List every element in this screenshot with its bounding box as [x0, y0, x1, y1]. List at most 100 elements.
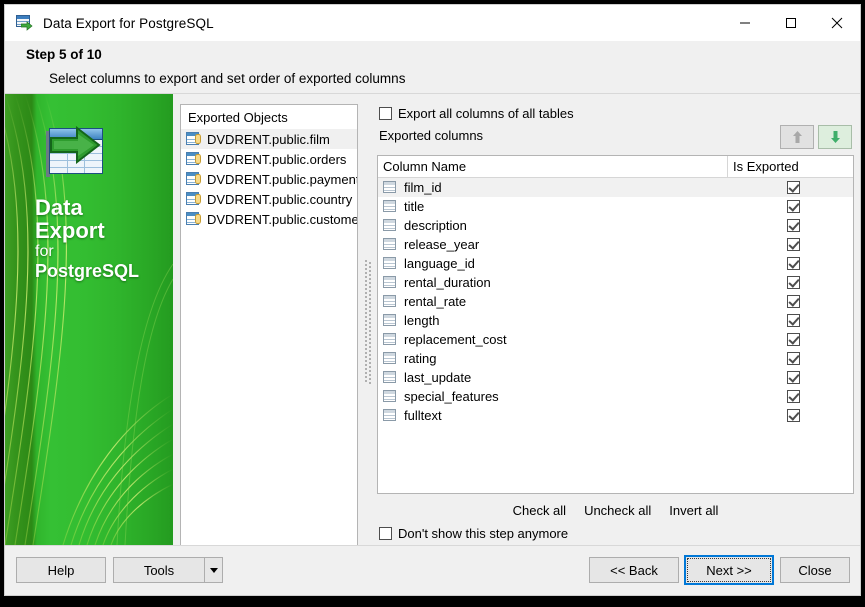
- column-icon: [383, 257, 398, 270]
- bulk-actions: Check all Uncheck all Invert all: [377, 503, 854, 518]
- column-name-cell: release_year: [404, 237, 480, 252]
- column-name-cell: special_features: [404, 389, 499, 404]
- table-row[interactable]: release_year: [378, 235, 853, 254]
- list-item[interactable]: DVDRENT.public.payment: [181, 169, 357, 189]
- move-down-button[interactable]: [818, 125, 852, 149]
- logo-line-3: for: [35, 243, 54, 260]
- is-exported-cell[interactable]: [732, 276, 853, 289]
- table-row[interactable]: language_id: [378, 254, 853, 273]
- logo-line-2: Export: [35, 218, 105, 243]
- tools-button[interactable]: Tools: [113, 557, 205, 583]
- list-item-label: DVDRENT.public.payment: [207, 171, 358, 187]
- export-all-columns-checkbox[interactable]: Export all columns of all tables: [379, 106, 574, 121]
- is-exported-cell[interactable]: [732, 333, 853, 346]
- step-indicator: Step 5 of 10: [26, 47, 102, 62]
- uncheck-all-link[interactable]: Uncheck all: [584, 503, 651, 518]
- is-exported-checkbox[interactable]: [786, 295, 800, 308]
- list-item[interactable]: DVDRENT.public.orders: [181, 149, 357, 169]
- column-icon: [383, 390, 398, 403]
- table-row[interactable]: film_id: [378, 178, 853, 197]
- is-exported-cell[interactable]: [732, 219, 853, 232]
- export-all-columns-label: Export all columns of all tables: [398, 106, 574, 121]
- table-row[interactable]: rating: [378, 349, 853, 368]
- list-item[interactable]: DVDRENT.public.customer: [181, 209, 357, 229]
- is-exported-checkbox[interactable]: [786, 238, 800, 251]
- next-button-label: Next >>: [687, 558, 771, 582]
- table-row[interactable]: fulltext: [378, 406, 853, 425]
- table-row[interactable]: replacement_cost: [378, 330, 853, 349]
- invert-all-link[interactable]: Invert all: [669, 503, 718, 518]
- grid-header: Column Name Is Exported: [378, 156, 853, 178]
- is-exported-checkbox[interactable]: [786, 314, 800, 327]
- table-row[interactable]: title: [378, 197, 853, 216]
- move-up-button[interactable]: [780, 125, 814, 149]
- is-exported-checkbox[interactable]: [786, 219, 800, 232]
- minimize-icon[interactable]: [722, 5, 768, 41]
- dont-show-step-checkbox[interactable]: Don't show this step anymore: [379, 526, 568, 541]
- column-icon: [383, 181, 398, 194]
- table-icon: [186, 172, 202, 186]
- title-bar: Data Export for PostgreSQL: [5, 5, 860, 41]
- table-icon: [186, 212, 202, 226]
- close-button[interactable]: Close: [780, 557, 850, 583]
- next-button[interactable]: Next >>: [684, 555, 774, 585]
- list-item[interactable]: DVDRENT.public.film: [181, 129, 357, 149]
- arrow-down-icon: [830, 131, 840, 143]
- is-exported-cell[interactable]: [732, 409, 853, 422]
- is-exported-checkbox[interactable]: [786, 390, 800, 403]
- table-icon: [186, 152, 202, 166]
- table-row[interactable]: rental_rate: [378, 292, 853, 311]
- is-exported-cell[interactable]: [732, 181, 853, 194]
- exported-columns-grid[interactable]: Column Name Is Exported film_id title desc…: [377, 155, 854, 494]
- window-title: Data Export for PostgreSQL: [43, 15, 214, 31]
- column-header-is-exported[interactable]: Is Exported: [727, 156, 853, 177]
- help-button[interactable]: Help: [16, 557, 106, 583]
- exported-objects-header: Exported Objects: [188, 110, 288, 125]
- data-export-icon: [16, 14, 34, 32]
- list-item[interactable]: DVDRENT.public.country: [181, 189, 357, 209]
- column-icon: [383, 219, 398, 232]
- column-name-cell: rental_rate: [404, 294, 467, 309]
- list-item-label: DVDRENT.public.customer: [207, 211, 358, 227]
- table-row[interactable]: rental_duration: [378, 273, 853, 292]
- is-exported-cell[interactable]: [732, 295, 853, 308]
- maximize-icon[interactable]: [768, 5, 814, 41]
- window-controls: [722, 5, 860, 41]
- column-icon: [383, 352, 398, 365]
- is-exported-checkbox[interactable]: [786, 333, 800, 346]
- check-all-link[interactable]: Check all: [513, 503, 566, 518]
- table-row[interactable]: length: [378, 311, 853, 330]
- list-item-label: DVDRENT.public.film: [207, 131, 330, 147]
- tools-dropdown-button[interactable]: [205, 557, 223, 583]
- back-button[interactable]: << Back: [589, 557, 679, 583]
- is-exported-checkbox[interactable]: [786, 352, 800, 365]
- table-row[interactable]: last_update: [378, 368, 853, 387]
- is-exported-checkbox[interactable]: [786, 200, 800, 213]
- app-window: Data Export for PostgreSQL Step 5 of 10 …: [4, 4, 861, 596]
- column-name-cell: replacement_cost: [404, 332, 507, 347]
- is-exported-cell[interactable]: [732, 352, 853, 365]
- checkbox-box: [379, 527, 392, 540]
- is-exported-cell[interactable]: [732, 257, 853, 270]
- column-name-cell: length: [404, 313, 440, 328]
- close-icon[interactable]: [814, 5, 860, 41]
- is-exported-checkbox[interactable]: [786, 371, 800, 384]
- is-exported-checkbox[interactable]: [786, 276, 800, 289]
- column-name-cell: fulltext: [404, 408, 442, 423]
- table-export-icon: [46, 126, 135, 190]
- is-exported-cell[interactable]: [732, 390, 853, 403]
- is-exported-cell[interactable]: [732, 238, 853, 251]
- dont-show-step-label: Don't show this step anymore: [398, 526, 569, 541]
- is-exported-cell[interactable]: [732, 314, 853, 327]
- table-row[interactable]: special_features: [378, 387, 853, 406]
- is-exported-checkbox[interactable]: [786, 257, 800, 270]
- column-header-name[interactable]: Column Name: [378, 156, 727, 177]
- is-exported-checkbox[interactable]: [786, 409, 800, 422]
- exported-objects-list[interactable]: Exported Objects DVDRENT.public.film DVD…: [180, 104, 358, 546]
- is-exported-checkbox[interactable]: [786, 181, 800, 194]
- panel-splitter[interactable]: [365, 260, 372, 385]
- is-exported-cell[interactable]: [732, 371, 853, 384]
- table-row[interactable]: description: [378, 216, 853, 235]
- column-icon: [383, 371, 398, 384]
- is-exported-cell[interactable]: [732, 200, 853, 213]
